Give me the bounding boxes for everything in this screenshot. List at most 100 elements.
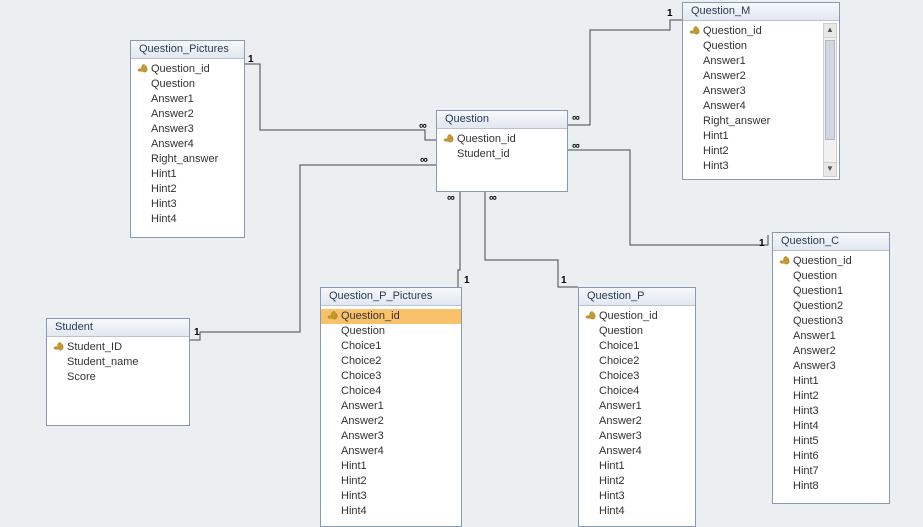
field-row[interactable]: Score	[47, 370, 189, 385]
scroll-down-icon[interactable]: ▼	[824, 162, 836, 176]
table-question-p[interactable]: Question_P Question_idQuestionChoice1Cho…	[578, 287, 696, 527]
rel-label-one: 1	[561, 275, 567, 286]
field-row[interactable]: Hint4	[131, 212, 244, 227]
scroll-thumb[interactable]	[825, 40, 835, 140]
scrollbar[interactable]: ▲ ▼	[823, 23, 837, 177]
field-row[interactable]: Hint1	[773, 374, 889, 389]
field-row[interactable]: Answer3	[579, 429, 695, 444]
field-row[interactable]: Hint7	[773, 464, 889, 479]
field-row[interactable]: Hint4	[773, 419, 889, 434]
field-row[interactable]: Hint3	[131, 197, 244, 212]
field-row[interactable]: Hint2	[131, 182, 244, 197]
field-row[interactable]: Question	[683, 39, 824, 54]
field-row[interactable]: Choice2	[321, 354, 461, 369]
field-row[interactable]: Answer1	[579, 399, 695, 414]
field-row[interactable]: Answer2	[773, 344, 889, 359]
field-row[interactable]: Question1	[773, 284, 889, 299]
field-row[interactable]: Hint1	[579, 459, 695, 474]
field-row[interactable]: Answer3	[773, 359, 889, 374]
table-body: Question_idQuestionAnswer1Answer2Answer3…	[683, 21, 839, 179]
field-row[interactable]: Hint3	[321, 489, 461, 504]
field-row[interactable]: Choice3	[579, 369, 695, 384]
field-row[interactable]: Answer1	[773, 329, 889, 344]
field-row[interactable]: Right_answer	[131, 152, 244, 167]
field-row[interactable]: Hint2	[683, 144, 824, 159]
table-title[interactable]: Question_M	[683, 3, 839, 21]
field-row[interactable]: Answer3	[321, 429, 461, 444]
pk-indicator	[325, 312, 341, 322]
field-name: Question	[793, 269, 883, 284]
field-row[interactable]: Hint1	[683, 129, 824, 144]
field-row[interactable]: Hint3	[579, 489, 695, 504]
field-row[interactable]: Answer4	[321, 444, 461, 459]
field-row[interactable]: Choice3	[321, 369, 461, 384]
field-row[interactable]: Student_ID	[47, 340, 189, 355]
field-row[interactable]: Choice4	[579, 384, 695, 399]
field-row[interactable]: Answer3	[131, 122, 244, 137]
table-question[interactable]: Question Question_idStudent_id	[436, 110, 568, 192]
field-row[interactable]: Hint2	[321, 474, 461, 489]
field-row[interactable]: Hint2	[773, 389, 889, 404]
field-row[interactable]: Answer2	[321, 414, 461, 429]
field-row[interactable]: Hint3	[683, 159, 824, 174]
table-title[interactable]: Question_C	[773, 233, 889, 251]
table-title[interactable]: Question_Pictures	[131, 41, 244, 59]
field-name: Question_id	[599, 309, 689, 324]
table-title[interactable]: Question	[437, 111, 567, 129]
table-question-pictures[interactable]: Question_Pictures Question_idQuestionAns…	[130, 40, 245, 238]
field-row[interactable]: Question_id	[437, 132, 567, 147]
field-row[interactable]: Answer2	[579, 414, 695, 429]
key-icon	[584, 309, 598, 323]
field-row[interactable]: Choice2	[579, 354, 695, 369]
field-row[interactable]: Question_id	[579, 309, 695, 324]
field-row[interactable]: Hint1	[321, 459, 461, 474]
field-row[interactable]: Question3	[773, 314, 889, 329]
field-row[interactable]: Question	[773, 269, 889, 284]
field-row[interactable]: Question	[131, 77, 244, 92]
scroll-up-icon[interactable]: ▲	[824, 24, 836, 38]
rel-label-many: ∞	[419, 120, 427, 132]
field-row[interactable]: Answer1	[683, 54, 824, 69]
field-row[interactable]: Student_id	[437, 147, 567, 162]
table-title[interactable]: Question_P_Pictures	[321, 288, 461, 306]
table-title[interactable]: Student	[47, 319, 189, 337]
field-row[interactable]: Choice1	[579, 339, 695, 354]
field-row[interactable]: Hint3	[773, 404, 889, 419]
field-row[interactable]: Question2	[773, 299, 889, 314]
field-row[interactable]: Answer4	[131, 137, 244, 152]
field-row[interactable]: Question_id	[683, 24, 824, 39]
field-row[interactable]: Answer2	[131, 107, 244, 122]
field-row[interactable]: Hint8	[773, 479, 889, 494]
field-row[interactable]: Hint1	[131, 167, 244, 182]
table-question-m[interactable]: Question_M Question_idQuestionAnswer1Ans…	[682, 2, 840, 180]
table-title[interactable]: Question_P	[579, 288, 695, 306]
table-question-p-pictures[interactable]: Question_P_Pictures Question_idQuestionC…	[320, 287, 462, 527]
field-row[interactable]: Right_answer	[683, 114, 824, 129]
field-row[interactable]: Question_id	[773, 254, 889, 269]
field-row[interactable]: Student_name	[47, 355, 189, 370]
field-name: Question_id	[793, 254, 883, 269]
table-student[interactable]: Student Student_IDStudent_nameScore	[46, 318, 190, 426]
field-row[interactable]: Question_id	[321, 309, 461, 324]
field-row[interactable]: Choice4	[321, 384, 461, 399]
field-name: Hint2	[151, 182, 238, 197]
field-row[interactable]: Question	[579, 324, 695, 339]
field-row[interactable]: Hint4	[579, 504, 695, 519]
field-row[interactable]: Hint5	[773, 434, 889, 449]
field-row[interactable]: Answer1	[321, 399, 461, 414]
field-row[interactable]: Question_id	[131, 62, 244, 77]
field-name: Answer2	[341, 414, 455, 429]
table-question-c[interactable]: Question_C Question_idQuestionQuestion1Q…	[772, 232, 890, 504]
field-row[interactable]: Answer4	[683, 99, 824, 114]
field-row[interactable]: Answer3	[683, 84, 824, 99]
field-name: Answer3	[341, 429, 455, 444]
field-name: Question	[151, 77, 238, 92]
field-row[interactable]: Hint4	[321, 504, 461, 519]
field-row[interactable]: Question	[321, 324, 461, 339]
field-row[interactable]: Choice1	[321, 339, 461, 354]
field-row[interactable]: Hint6	[773, 449, 889, 464]
field-row[interactable]: Answer4	[579, 444, 695, 459]
field-row[interactable]: Answer1	[131, 92, 244, 107]
field-row[interactable]: Answer2	[683, 69, 824, 84]
field-row[interactable]: Hint2	[579, 474, 695, 489]
